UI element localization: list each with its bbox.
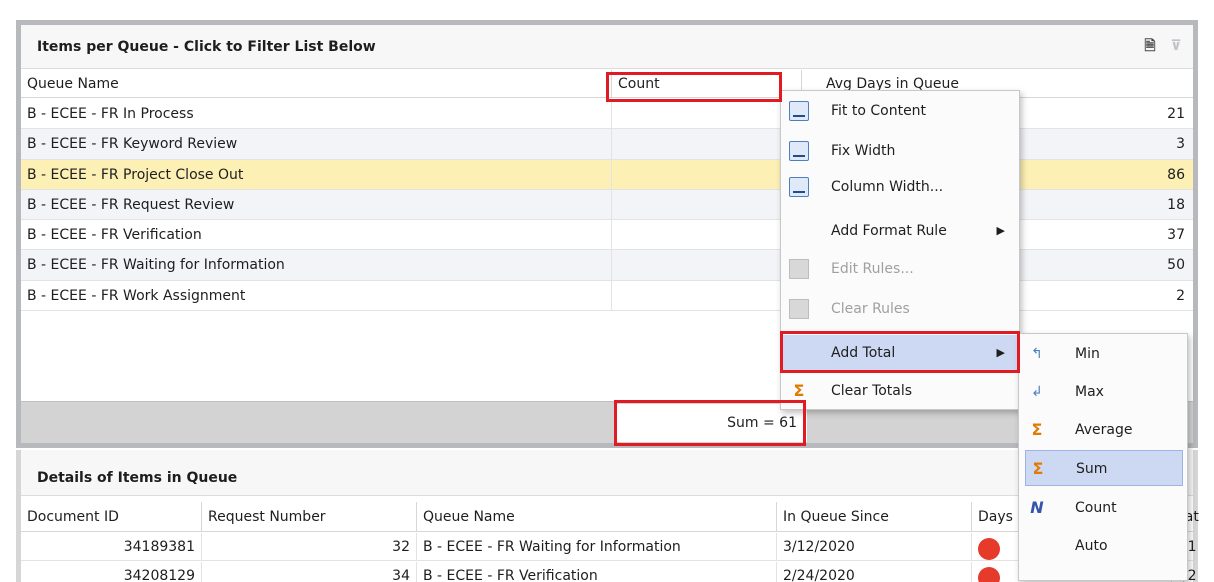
menu-item-sum[interactable]: Σ Sum	[1025, 450, 1183, 486]
edit-rules-icon	[789, 259, 809, 279]
menu-item-min[interactable]: ↰ Min	[1019, 336, 1187, 372]
request-number-cell: 34	[201, 562, 416, 582]
queue-name-cell: B - ECEE - FR Keyword Review	[27, 136, 238, 153]
count-cell	[611, 280, 801, 311]
in-queue-since-cell: 2/24/2020	[776, 562, 971, 582]
menu-item-average[interactable]: Σ Average	[1019, 412, 1187, 448]
column-header-in-queue-since[interactable]: In Queue Since	[776, 502, 971, 532]
fix-width-icon	[789, 141, 809, 161]
add-total-submenu: ↰ Min ↲ Max Σ Average Σ Sum N Count Auto	[1018, 333, 1188, 581]
count-total-cell[interactable]: Sum = 61	[617, 404, 807, 442]
status-dot-icon	[978, 566, 1000, 582]
column-header-document-id[interactable]: Document ID	[21, 502, 201, 532]
max-icon: ↲	[1031, 384, 1043, 400]
count-cell	[611, 250, 801, 280]
count-cell	[611, 99, 801, 129]
submenu-arrow-icon: ▶	[996, 224, 1005, 237]
count-cell	[611, 129, 801, 159]
queue-name-cell: B - ECEE - FR Request Review	[27, 196, 235, 213]
submenu-arrow-icon: ▶	[996, 346, 1005, 359]
count-cell	[611, 189, 801, 220]
column-context-menu: Fit to Content Fix Width Column Width...…	[780, 90, 1020, 410]
document-id-cell: 34208129	[123, 568, 195, 582]
document-id-cell: 34189381	[123, 539, 195, 555]
queue-name-cell: B - ECEE - FR Verification	[416, 562, 776, 582]
queue-name-cell: B - ECEE - FR Waiting for Information	[416, 533, 776, 561]
count-cell	[611, 220, 801, 250]
average-icon: Σ	[1031, 420, 1043, 439]
column-header-count[interactable]: Count	[611, 70, 801, 98]
queue-name-cell: B - ECEE - FR In Process	[27, 106, 194, 122]
menu-item-clear-totals[interactable]: Σ Clear Totals	[781, 373, 1019, 409]
menu-item-add-total[interactable]: Add Total ▶	[781, 335, 1019, 371]
clear-rules-icon	[789, 299, 809, 319]
export-icon[interactable]: 🗎	[1141, 37, 1159, 55]
fit-to-content-icon	[789, 101, 809, 121]
column-header-request-number[interactable]: Request Number	[201, 502, 416, 532]
clear-totals-icon: Σ	[793, 381, 805, 400]
menu-item-max[interactable]: ↲ Max	[1019, 374, 1187, 410]
column-header-queue-name[interactable]: Queue Name	[416, 502, 776, 532]
queue-name-cell: B - ECEE - FR Waiting for Information	[27, 257, 285, 274]
menu-item-edit-rules: Edit Rules...	[781, 251, 1019, 287]
menu-item-fit-to-content[interactable]: Fit to Content	[781, 93, 1019, 129]
count-icon: N	[1030, 498, 1044, 517]
sum-icon: Σ	[1032, 459, 1044, 478]
menu-item-auto[interactable]: Auto	[1019, 528, 1187, 564]
status-dot-icon	[978, 537, 1000, 560]
in-queue-since-cell: 3/12/2020	[776, 533, 971, 561]
queue-name-cell: B - ECEE - FR Work Assignment	[27, 287, 246, 304]
details-title-text: Details of Items in Queue	[37, 470, 238, 486]
panel-title-text: Items per Queue - Click to Filter List B…	[37, 39, 376, 55]
menu-item-column-width[interactable]: Column Width...	[781, 169, 1019, 205]
menu-item-add-format-rule[interactable]: Add Format Rule ▶	[781, 213, 1019, 249]
min-icon: ↰	[1031, 346, 1043, 362]
request-number-cell: 32	[201, 533, 416, 561]
menu-item-fix-width[interactable]: Fix Width	[781, 133, 1019, 169]
menu-item-clear-rules: Clear Rules	[781, 291, 1019, 327]
queue-name-cell: B - ECEE - FR Project Close Out	[27, 166, 244, 183]
column-width-icon	[789, 177, 809, 197]
queue-name-cell: B - ECEE - FR Verification	[27, 227, 202, 244]
panel-title: Items per Queue - Click to Filter List B…	[21, 25, 1193, 69]
menu-item-count[interactable]: N Count	[1019, 490, 1187, 526]
column-header-queue-name[interactable]: Queue Name	[21, 70, 611, 98]
clear-filter-icon[interactable]: ⊽	[1167, 37, 1185, 55]
count-cell	[611, 159, 801, 189]
